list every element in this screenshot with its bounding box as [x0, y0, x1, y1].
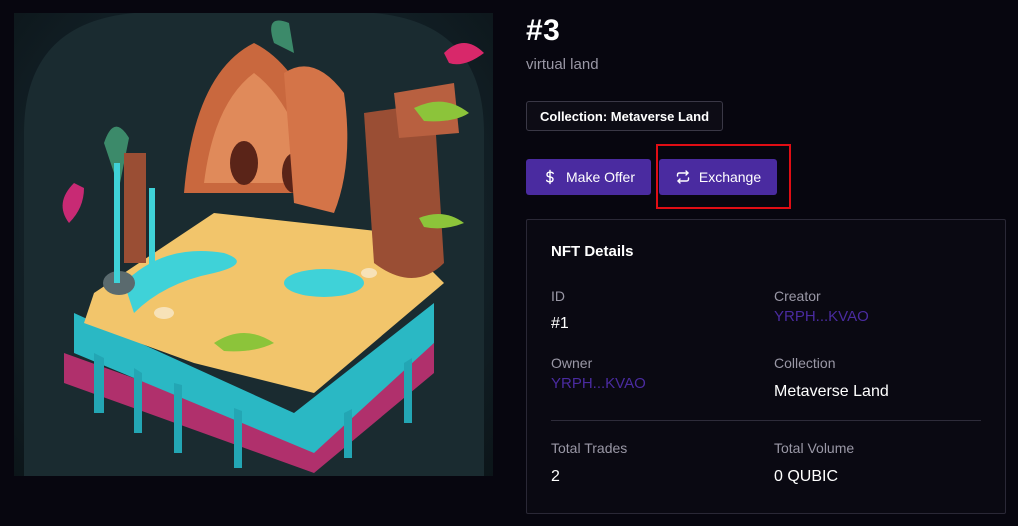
owner-label: Owner: [551, 355, 593, 371]
total-trades-value: 2: [551, 468, 560, 485]
collection-label: Collection: [774, 355, 836, 371]
nft-details-panel: NFT Details ID #1 Creator YRPH...KVAO Ow…: [526, 219, 1006, 514]
id-label: ID: [551, 288, 565, 304]
nft-artwork-image: [14, 13, 493, 476]
collection-value: Metaverse Land: [774, 383, 889, 400]
total-volume-label: Total Volume: [774, 440, 855, 456]
creator-link[interactable]: YRPH...KVAO: [774, 308, 869, 325]
dollar-icon: [542, 169, 558, 185]
exchange-arrows-icon: [675, 169, 691, 185]
nft-details-heading: NFT Details: [551, 243, 634, 260]
make-offer-button[interactable]: Make Offer: [526, 159, 651, 195]
nft-title: #3: [526, 14, 561, 47]
details-divider: [551, 420, 981, 421]
make-offer-label: Make Offer: [566, 169, 635, 185]
exchange-label: Exchange: [698, 169, 762, 185]
total-volume-value: 0 QUBIC: [774, 468, 839, 485]
creator-label: Creator: [774, 288, 821, 304]
exchange-button[interactable]: Exchange: [659, 159, 777, 195]
owner-link[interactable]: YRPH...KVAO: [551, 375, 646, 392]
collection-badge[interactable]: Collection: Metaverse Land: [526, 101, 724, 131]
nft-subtitle: virtual land: [526, 56, 599, 73]
id-value: #1: [551, 315, 569, 332]
total-trades-label: Total Trades: [551, 440, 628, 456]
nft-detail-page: #3 virtual land Collection: Metaverse La…: [0, 0, 1018, 526]
